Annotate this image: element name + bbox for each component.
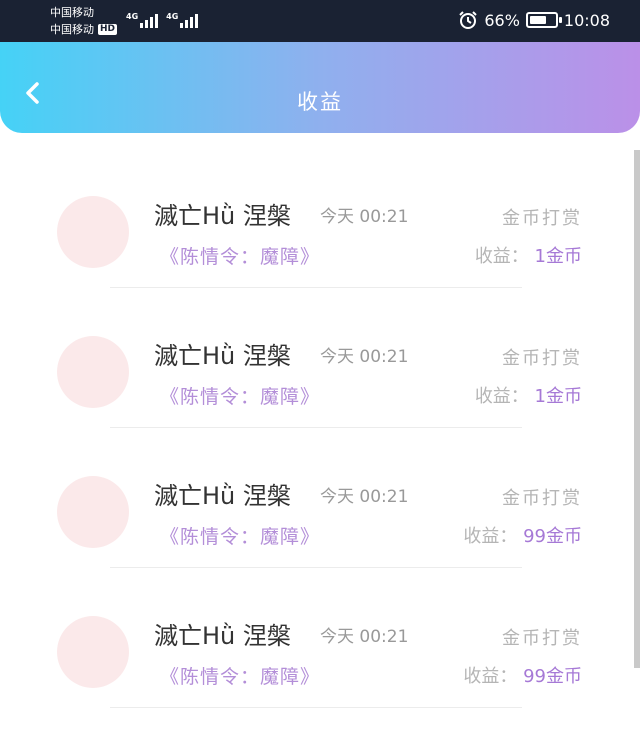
avatar bbox=[57, 196, 129, 268]
income-label: 收益： bbox=[463, 666, 518, 687]
list-item[interactable]: 滅亡Hǜ 涅槃 今天 00:21 金币打赏 《陈情令：魔障》 收益： 1金币 bbox=[0, 288, 632, 428]
record-type: 金币打赏 bbox=[502, 208, 582, 229]
username: 滅亡Hǜ 涅槃 bbox=[154, 202, 291, 230]
signal-indicators: 4G 4G bbox=[126, 12, 199, 28]
timestamp: 今天 00:21 bbox=[320, 207, 409, 227]
status-bar: 中国移动 中国移动 HD 4G 4G 66% 10:08 bbox=[0, 0, 640, 42]
book-title: 《陈情令：魔障》 bbox=[160, 526, 321, 548]
income-label: 收益： bbox=[463, 526, 518, 547]
page-header: 收益 bbox=[0, 42, 640, 133]
book-title: 《陈情令：魔障》 bbox=[160, 666, 321, 688]
record-type: 金币打赏 bbox=[502, 348, 582, 369]
clock: 10:08 bbox=[563, 10, 610, 30]
list-item[interactable]: 滅亡Hǜ 涅槃 今天 00:21 金币打赏 《陈情令：魔障》 收益： 99金币 bbox=[0, 428, 632, 568]
list-item[interactable]: 滅亡Hǜ 涅槃 今天 00:21 金币打赏 《陈情令：魔障》 收益： 99金币 bbox=[0, 568, 632, 708]
signal-icon: 4G bbox=[166, 12, 199, 28]
timestamp: 今天 00:21 bbox=[320, 627, 409, 647]
carrier-label: 中国移动 bbox=[50, 23, 94, 36]
username: 滅亡Hǜ 涅槃 bbox=[154, 482, 291, 510]
avatar bbox=[57, 336, 129, 408]
record-type: 金币打赏 bbox=[502, 488, 582, 509]
status-right: 66% 10:08 bbox=[458, 10, 610, 30]
carrier-label: 中国移动 bbox=[50, 6, 94, 19]
avatar bbox=[57, 476, 129, 548]
scrollbar[interactable] bbox=[634, 150, 640, 668]
income-label: 收益： bbox=[474, 246, 529, 267]
income-amount: 收益： 1金币 bbox=[475, 242, 582, 268]
book-title: 《陈情令：魔障》 bbox=[160, 386, 321, 408]
timestamp: 今天 00:21 bbox=[320, 347, 409, 367]
book-title: 《陈情令：魔障》 bbox=[160, 246, 321, 268]
income-value: 99金币 bbox=[523, 666, 582, 687]
income-value: 1金币 bbox=[534, 386, 582, 407]
income-label: 收益： bbox=[474, 386, 529, 407]
avatar bbox=[57, 616, 129, 688]
carrier-info: 中国移动 中国移动 HD bbox=[50, 4, 118, 38]
income-amount: 收益： 99金币 bbox=[463, 662, 582, 688]
alarm-icon bbox=[459, 11, 478, 29]
income-value: 99金币 bbox=[523, 526, 582, 547]
income-amount: 收益： 1金币 bbox=[475, 382, 582, 408]
page-title: 收益 bbox=[297, 90, 343, 114]
hd-badge: HD bbox=[98, 24, 118, 35]
income-value: 1金币 bbox=[534, 246, 582, 267]
divider bbox=[110, 707, 522, 708]
username: 滅亡Hǜ 涅槃 bbox=[154, 342, 291, 370]
battery-percent: 66% bbox=[484, 10, 520, 30]
signal-icon: 4G bbox=[126, 12, 159, 28]
income-amount: 收益： 99金币 bbox=[463, 522, 582, 548]
record-type: 金币打赏 bbox=[502, 628, 582, 649]
list-item[interactable]: 滅亡Hǜ 涅槃 今天 00:21 金币打赏 《陈情令：魔障》 收益： 1金币 bbox=[0, 148, 632, 288]
timestamp: 今天 00:21 bbox=[320, 487, 409, 507]
battery-icon bbox=[525, 12, 562, 28]
username: 滅亡Hǜ 涅槃 bbox=[154, 622, 291, 650]
